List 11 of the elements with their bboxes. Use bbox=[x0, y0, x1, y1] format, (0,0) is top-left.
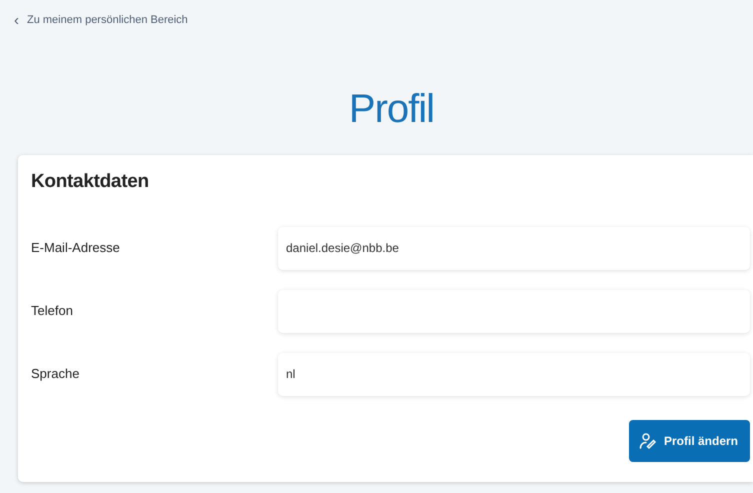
field-label: Telefon bbox=[31, 302, 74, 320]
card-title: Kontaktdaten bbox=[31, 170, 150, 194]
page-title: Profil bbox=[348, 86, 436, 133]
input-field[interactable]: daniel.desie@nbb.be bbox=[278, 226, 750, 270]
field-label: Sprache bbox=[31, 365, 80, 384]
user-edit-icon bbox=[638, 432, 657, 450]
chevron-left-icon: ‹ bbox=[14, 12, 19, 28]
back-link[interactable]: ‹ Zu meinem persönlichen Bereich bbox=[0, 0, 188, 28]
field-label: E-Mail-Adresse bbox=[31, 239, 121, 258]
input-field[interactable]: nl bbox=[278, 352, 750, 396]
edit-profile-button[interactable]: Profil ändern bbox=[628, 420, 750, 462]
